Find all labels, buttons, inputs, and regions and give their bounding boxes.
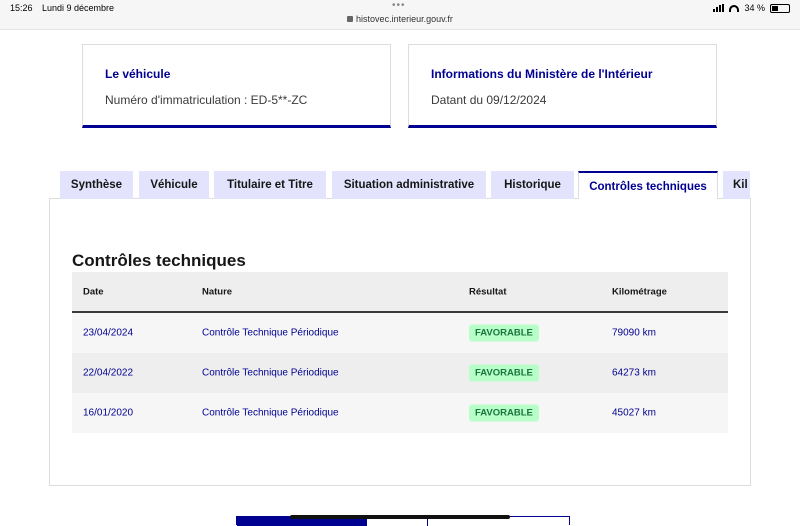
result-badge: FAVORABLE	[469, 404, 539, 422]
tab-situation[interactable]: Situation administrative	[332, 171, 486, 199]
registration-number: Numéro d'immatriculation : ED-5**-ZC	[105, 93, 308, 107]
row-mileage: 45027 km	[612, 407, 656, 419]
tab-synthese[interactable]: Synthèse	[60, 171, 133, 199]
more-dots-icon[interactable]: •••	[392, 0, 406, 11]
ios-status-bar: 15:26 Lundi 9 décembre ••• histovec.inte…	[0, 0, 800, 30]
ministry-card: Informations du Ministère de l'Intérieur…	[408, 44, 717, 128]
row-mileage: 79090 km	[612, 327, 656, 339]
home-indicator[interactable]	[290, 515, 510, 519]
url-text: histovec.interieur.gouv.fr	[356, 14, 453, 24]
table-row: 22/04/2022 Contrôle Technique Périodique…	[72, 353, 728, 393]
tab-titulaire[interactable]: Titulaire et Titre	[214, 171, 326, 199]
tab-list: Synthèse Véhicule Titulaire et Titre Sit…	[60, 171, 750, 199]
table-row: 16/01/2020 Contrôle Technique Périodique…	[72, 393, 728, 433]
table-header: Date Nature Résultat Kilométrage	[72, 272, 728, 313]
table-row: 23/04/2024 Contrôle Technique Périodique…	[72, 313, 728, 353]
status-time: 15:26	[10, 3, 33, 13]
row-date: 16/01/2020	[83, 407, 134, 419]
row-nature: Contrôle Technique Périodique	[202, 367, 339, 379]
address-bar[interactable]: histovec.interieur.gouv.fr	[0, 14, 800, 24]
tab-controles-techniques[interactable]: Contrôles techniques	[578, 171, 718, 199]
header-date: Date	[83, 286, 104, 297]
status-indicators: 34 %	[713, 3, 790, 13]
header-nature: Nature	[202, 286, 233, 297]
data-date: Datant du 09/12/2024	[431, 93, 547, 107]
tab-kilometrage[interactable]: Kil	[723, 171, 750, 199]
row-nature: Contrôle Technique Périodique	[202, 407, 339, 419]
tab-historique[interactable]: Historique	[491, 171, 574, 199]
vehicle-card-title: Le véhicule	[105, 67, 171, 81]
ministry-card-title: Informations du Ministère de l'Intérieur	[431, 67, 653, 81]
row-date: 23/04/2024	[83, 327, 134, 339]
section-title: Contrôles techniques	[72, 251, 246, 270]
header-mileage: Kilométrage	[612, 286, 667, 297]
controls-table: Date Nature Résultat Kilométrage 23/04/2…	[72, 272, 728, 433]
wifi-icon	[729, 4, 740, 12]
battery-icon	[770, 3, 790, 13]
cellular-signal-icon	[713, 4, 725, 12]
result-badge: FAVORABLE	[469, 364, 539, 382]
lock-icon	[347, 16, 354, 22]
vehicle-card: Le véhicule Numéro d'immatriculation : E…	[82, 44, 391, 128]
row-nature: Contrôle Technique Périodique	[202, 327, 339, 339]
status-date: Lundi 9 décembre	[42, 3, 115, 13]
row-mileage: 64273 km	[612, 367, 656, 379]
header-result: Résultat	[469, 286, 507, 297]
tab-vehicule[interactable]: Véhicule	[139, 171, 209, 199]
result-badge: FAVORABLE	[469, 324, 539, 342]
battery-percent: 34 %	[744, 3, 765, 13]
row-date: 22/04/2022	[83, 367, 134, 379]
